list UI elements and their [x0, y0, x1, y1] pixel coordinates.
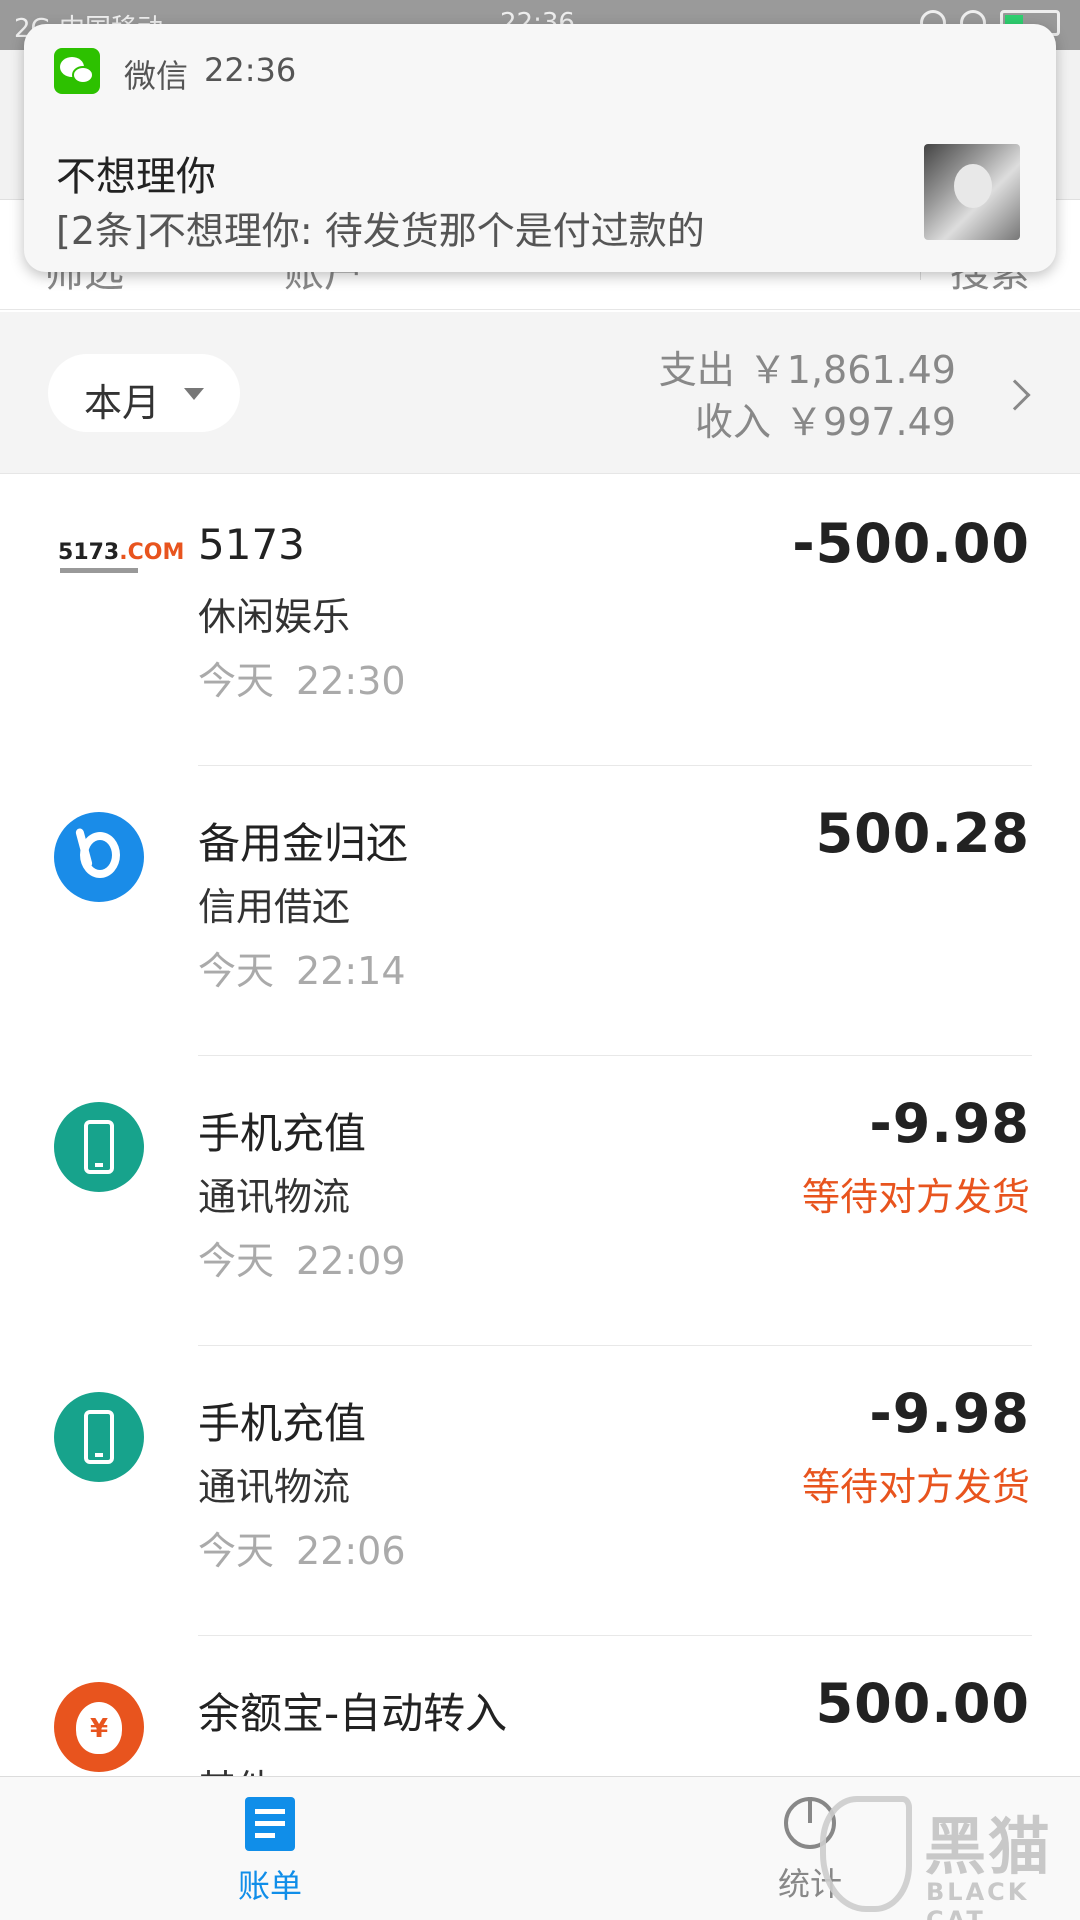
transaction-status: 等待对方发货	[801, 1465, 1030, 1509]
transaction-datetime: 今天 22:06	[198, 1529, 406, 1573]
wechat-notification[interactable]: 微信 22:36 不想理你 [2条]不想理你: 待发货那个是付过款的	[24, 24, 1056, 272]
money-bag-shape: ¥	[76, 1702, 122, 1754]
5173-logo-text: 5173.COM	[58, 540, 185, 565]
money-bag-icon: ¥	[54, 1682, 144, 1772]
notification-app-name: 微信	[124, 57, 189, 95]
avatar	[924, 144, 1020, 240]
transaction-category: 通讯物流	[198, 1175, 351, 1219]
transaction-name: 余额宝-自动转入	[198, 1689, 508, 1738]
transaction-name: 手机充值	[198, 1109, 367, 1158]
cat-logo-icon	[820, 1796, 912, 1912]
notification-title: 不想理你	[56, 154, 216, 200]
income-row: 收入 ￥997.49	[659, 396, 956, 448]
phone-icon	[54, 1392, 144, 1482]
tab-bill-label: 账单	[237, 1867, 302, 1905]
transaction-row[interactable]: 手机充值 通讯物流 今天 22:09 -9.98 等待对方发货	[0, 1056, 1080, 1346]
transaction-amount: -500.00	[792, 512, 1030, 575]
yen-glyph: ¥	[89, 1714, 109, 1744]
transaction-datetime: 今天 22:09	[198, 1239, 406, 1283]
month-totals[interactable]: 支出 ￥1,861.49 收入 ￥997.49	[659, 344, 956, 448]
transaction-row[interactable]: 备用金归还 信用借还 今天 22:14 500.28	[0, 766, 1080, 1056]
transaction-name: 备用金归还	[198, 819, 409, 868]
watermark-title: 黑猫	[924, 1810, 1053, 1883]
transaction-category: 信用借还	[198, 885, 351, 929]
transaction-category: 其他	[198, 1758, 274, 1776]
month-summary-bar: 本月 支出 ￥1,861.49 收入 ￥997.49	[0, 312, 1080, 474]
transaction-row[interactable]: ¥ 余额宝-自动转入 其他 500.00	[0, 1636, 1080, 1776]
5173-logo-icon: 5173.COM	[54, 536, 184, 586]
transaction-category: 休闲娱乐	[198, 595, 351, 639]
transaction-status: 等待对方发货	[801, 1175, 1030, 1219]
expense-label: 支出	[658, 348, 735, 392]
watermark-subtitle: BLACK CAT	[926, 1878, 1030, 1920]
phone-icon	[54, 1102, 144, 1192]
expense-row: 支出 ￥1,861.49	[659, 344, 956, 396]
transaction-datetime: 今天 22:30	[198, 659, 406, 703]
notification-body: [2条]不想理你: 待发货那个是付过款的	[56, 209, 705, 253]
5173-logo-subline	[60, 568, 138, 573]
transaction-amount: 500.00	[815, 1672, 1030, 1735]
transaction-datetime: 今天 22:14	[198, 949, 406, 993]
black-cat-watermark: 黑猫 BLACK CAT	[820, 1796, 1080, 1920]
transaction-amount: -9.98	[869, 1382, 1030, 1445]
transaction-name: 5173	[198, 520, 305, 569]
income-label: 收入	[695, 400, 772, 444]
transaction-amount: -9.98	[869, 1092, 1030, 1155]
income-value: ￥997.49	[785, 400, 956, 444]
bill-icon	[245, 1797, 295, 1851]
transaction-row[interactable]: 5173.COM 5173 休闲娱乐 今天 22:30 -500.00	[0, 476, 1080, 766]
blue-b-icon	[54, 812, 144, 902]
expense-value: ￥1,861.49	[748, 348, 956, 392]
caret-down-icon	[184, 388, 204, 400]
b-bowl	[80, 832, 120, 878]
transaction-name: 手机充值	[198, 1399, 367, 1448]
transaction-category: 通讯物流	[198, 1465, 351, 1509]
transaction-row[interactable]: 手机充值 通讯物流 今天 22:06 -9.98 等待对方发货	[0, 1346, 1080, 1636]
wechat-icon	[54, 48, 100, 94]
notification-time: 22:36	[204, 51, 297, 89]
transaction-amount: 500.28	[815, 802, 1030, 865]
chevron-right-icon[interactable]	[999, 379, 1031, 411]
month-selector-label: 本月	[84, 381, 161, 425]
month-selector[interactable]: 本月	[48, 354, 240, 432]
phone-shape	[84, 1410, 114, 1464]
tab-bill[interactable]: 账单	[190, 1797, 350, 1907]
phone-shape	[84, 1120, 114, 1174]
